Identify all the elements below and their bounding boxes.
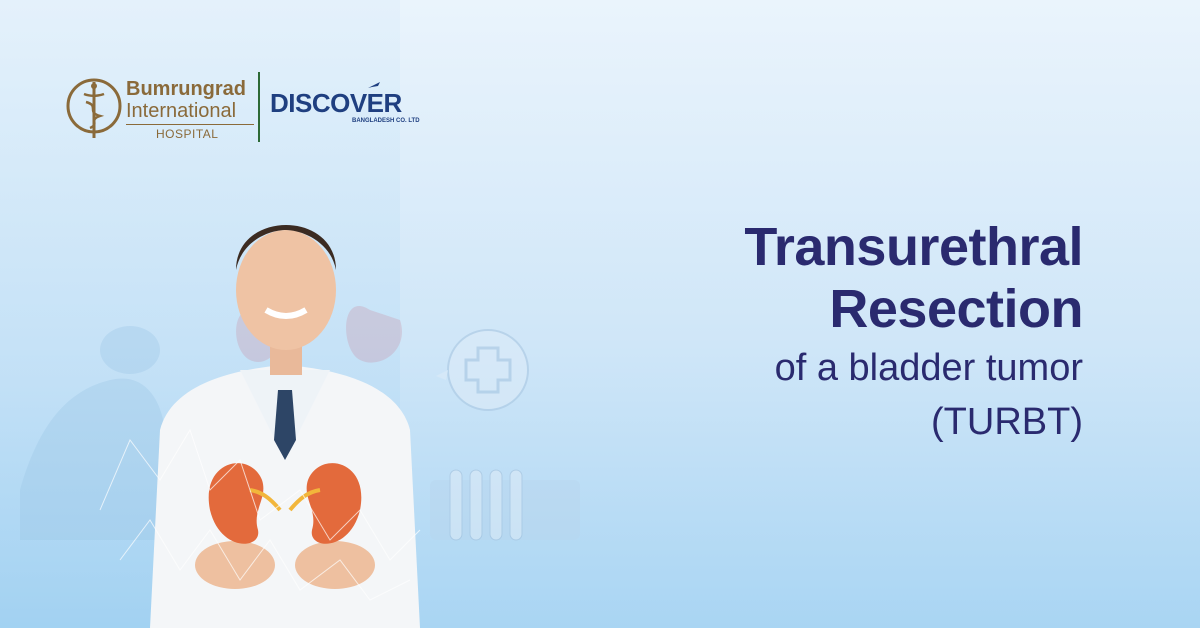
test-tubes-icon [430,469,580,541]
medical-cross-icon [436,329,529,411]
hospital-name-line2: International [126,100,237,122]
headline: Transurethral Resection of a bladder tum… [744,216,1083,448]
discover-subtitle: BANGLADESH CO. LTD [352,118,420,124]
headline-line4: (TURBT) [931,401,1083,443]
bumrungrad-logo: Bumrungrad International HOSPITAL [66,72,254,142]
headline-line2: Resection [829,279,1083,339]
caduceus-icon [66,78,122,138]
headline-line1: Transurethral [744,217,1083,277]
background-figure [20,326,166,540]
hospital-name-line1: Bumrungrad [126,78,246,100]
discover-wordmark: DISCOVER [270,88,402,118]
discover-logo: DISCOVER BANGLADESH CO. LTD [270,78,440,128]
hospital-rule [126,124,254,125]
hospital-name-line3: HOSPITAL [156,127,219,141]
doctor-illustration [20,225,580,628]
headline-line3: of a bladder tumor [774,347,1083,389]
logo-divider [258,72,260,142]
